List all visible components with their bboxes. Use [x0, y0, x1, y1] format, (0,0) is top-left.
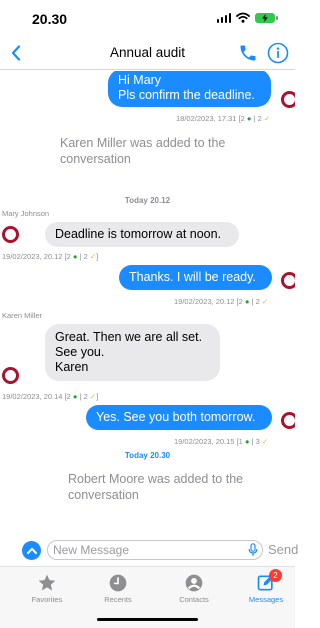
message-date: 18/02/2023, 17.31: [176, 114, 237, 123]
incoming-message-bubble[interactable]: Deadline is tomorrow at noon.: [45, 222, 239, 247]
message-input[interactable]: [47, 540, 263, 560]
tab-label: Messages: [248, 595, 284, 604]
info-button[interactable]: [267, 42, 289, 64]
avatar[interactable]: [281, 272, 295, 289]
call-button[interactable]: [238, 43, 258, 63]
battery-icon: [255, 12, 278, 23]
system-message: Karen Miller was added to the conversati…: [60, 136, 226, 166]
day-separator: Today 20.12: [124, 196, 171, 205]
check-icon: ✓: [261, 437, 269, 446]
day-separator: Today 20.30: [124, 451, 171, 460]
message-date: 19/02/2023, 20.15: [174, 437, 235, 446]
check-icon: ✓: [89, 392, 97, 401]
clock-icon: [109, 574, 127, 592]
unread-badge: 2: [269, 569, 282, 582]
check-icon: ✓: [263, 114, 271, 123]
tab-favorites[interactable]: Favorites: [17, 573, 77, 604]
chevron-up-icon: [26, 547, 37, 554]
message-meta: 19/02/2023, 20.12 [2 ● | 2 ✓: [174, 297, 269, 306]
sender-name: Karen Miller: [2, 311, 43, 320]
status-bar: 20.30: [0, 0, 295, 36]
avatar[interactable]: [2, 226, 19, 243]
status-time: 20.30: [32, 11, 68, 27]
sender-name: Mary Johnson: [2, 209, 50, 218]
avatar[interactable]: [2, 367, 19, 384]
wifi-icon: [236, 12, 250, 23]
tab-messages[interactable]: 2 Messages: [236, 569, 296, 604]
message-meta: 19/02/2023, 20.12 [2 ● | 2 ✓]: [2, 252, 99, 261]
message-date: 19/02/2023, 20.12: [2, 252, 63, 261]
home-indicator: [97, 617, 198, 621]
eye-icon: ●: [244, 297, 250, 306]
incoming-message-bubble[interactable]: Great. Then we are all set. See you. Kar…: [45, 324, 220, 381]
star-icon: [38, 574, 56, 591]
outgoing-message-bubble[interactable]: Hi Mary Pls confirm the deadline.: [108, 71, 271, 107]
phone-icon: [240, 45, 256, 61]
person-icon: [185, 574, 203, 592]
message-list[interactable]: Hi Mary Pls confirm the deadline. 18/02/…: [0, 71, 295, 533]
message-date: 19/02/2023, 20.12: [174, 297, 235, 306]
avatar[interactable]: [281, 412, 295, 429]
check-icon: ✓: [261, 297, 269, 306]
tab-label: Recents: [104, 595, 132, 604]
status-icons: [216, 12, 278, 23]
eye-icon: ●: [244, 437, 250, 446]
tab-label: Contacts: [179, 595, 209, 604]
outgoing-message-bubble[interactable]: Thanks. I will be ready.: [119, 265, 272, 290]
eye-icon: ●: [246, 114, 252, 123]
send-button[interactable]: Send: [268, 542, 298, 557]
tab-contacts[interactable]: Contacts: [164, 573, 224, 604]
signal-icon: [216, 12, 231, 23]
tab-label: Favorites: [31, 595, 63, 604]
microphone-icon[interactable]: [248, 543, 258, 557]
composer: Send: [0, 537, 298, 563]
outgoing-message-bubble[interactable]: Yes. See you both tomorrow.: [86, 405, 272, 430]
info-icon: [267, 42, 289, 64]
expand-button[interactable]: [22, 541, 41, 560]
check-icon: ✓: [89, 252, 97, 261]
eye-icon: ●: [72, 392, 78, 401]
system-message: Robert Moore was added to the conversati…: [68, 472, 244, 502]
message-meta: 19/02/2023, 20.14 [2 ● | 2 ✓]: [2, 392, 99, 401]
tab-bar: Favorites Recents Contacts 2 Messages: [0, 566, 295, 628]
message-date: 19/02/2023, 20.14: [2, 392, 63, 401]
avatar[interactable]: [281, 91, 295, 108]
message-meta: 19/02/2023, 20.15 [1 ● | 3 ✓: [174, 437, 269, 446]
eye-icon: ●: [72, 252, 78, 261]
message-meta: 18/02/2023, 17.31 [2 ● | 2 ✓: [176, 114, 271, 123]
nav-bar: Annual audit: [0, 36, 295, 70]
tab-recents[interactable]: Recents: [88, 573, 148, 604]
